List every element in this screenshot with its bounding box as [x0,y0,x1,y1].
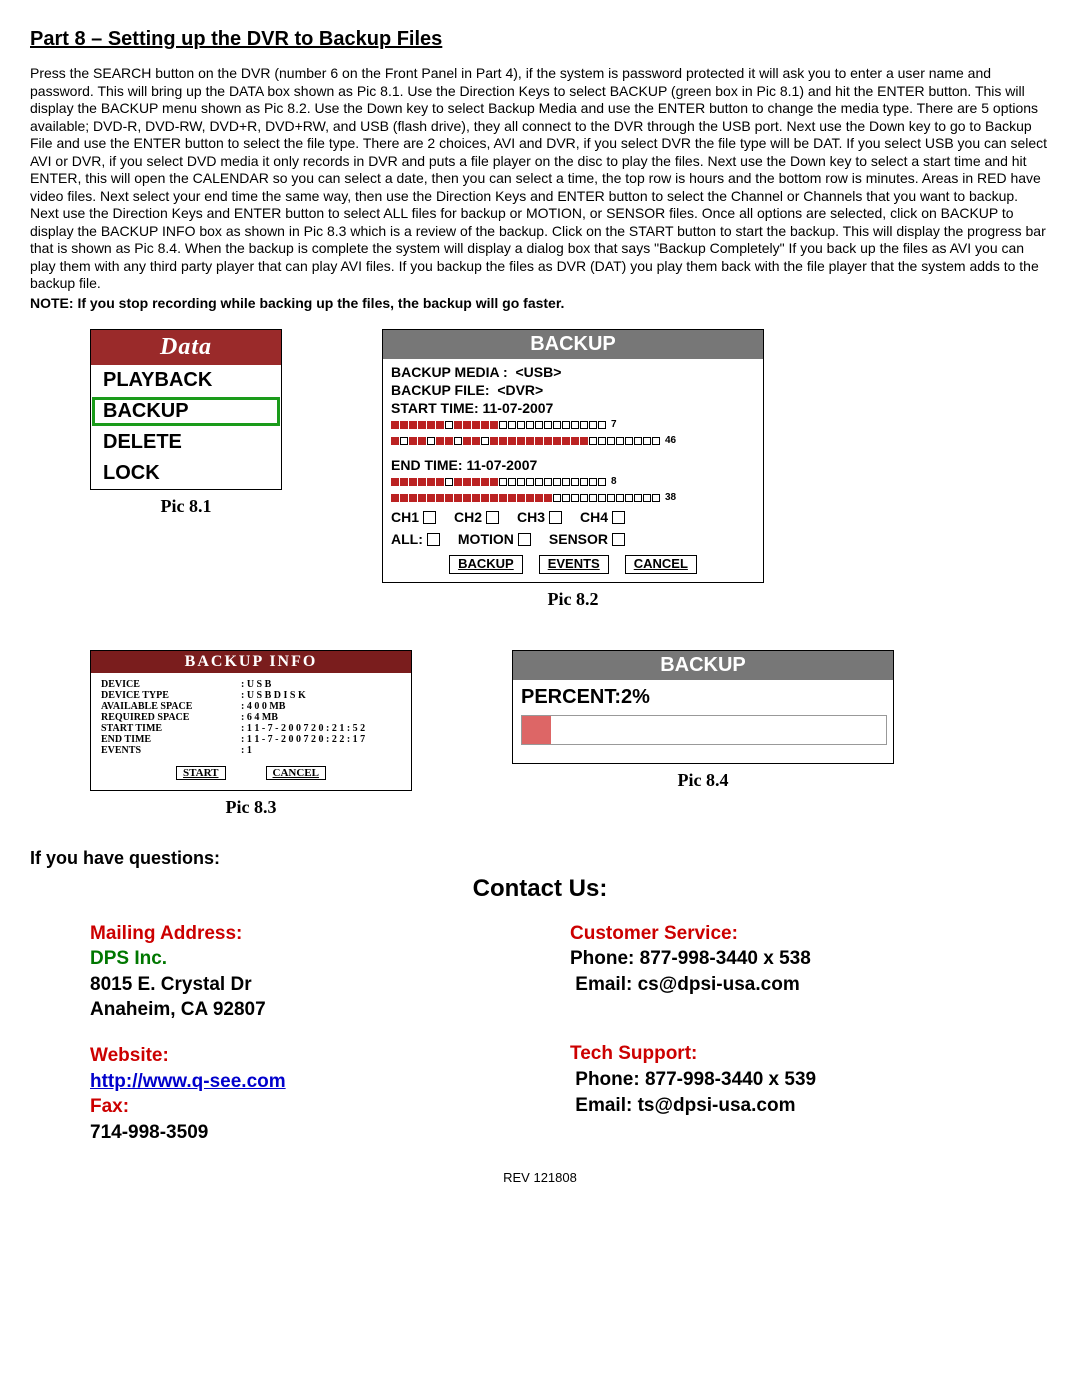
figure-8-4: BACKUP PERCENT:2% Pic 8.4 [512,650,894,818]
caption-8-1: Pic 8.1 [161,496,212,517]
info-start-k: START TIME [101,723,241,734]
city-state-zip: Anaheim, CA 92807 [90,997,510,1023]
info-start-v: : 1 1 - 7 - 2 0 0 7 2 0 : 2 1 : 5 2 [241,723,365,734]
events-button[interactable]: EVENTS [539,555,609,574]
backup-button[interactable]: BACKUP [449,555,523,574]
ts-email: Email: ts@dpsi-usa.com [570,1093,990,1119]
info-device-k: DEVICE [101,679,241,690]
end-hours-row[interactable]: 8 [391,475,755,488]
tech-support-hdr: Tech Support: [570,1041,990,1067]
start-button[interactable]: START [176,766,225,780]
info-devtype-v: : U S B D I S K [241,690,306,701]
backup-progress-box: BACKUP PERCENT:2% [512,650,894,764]
backup-file-value[interactable]: <DVR> [497,382,543,398]
cancel-button[interactable]: CANCEL [625,555,697,574]
figure-8-1: Data PLAYBACK BACKUP DELETE LOCK Pic 8.1 [90,329,282,610]
fax-number: 714-998-3509 [90,1120,510,1146]
data-menu-title: Data [91,330,281,365]
ch4-checkbox[interactable] [612,511,625,524]
info-events-k: EVENTS [101,745,241,756]
backup-progress-title: BACKUP [513,651,893,680]
info-req-v: : 6 4 MB [241,712,278,723]
note-line: NOTE: If you stop recording while backin… [30,295,1050,311]
ch1-checkbox[interactable] [423,511,436,524]
ch2-label: CH2 [454,508,482,526]
info-req-k: REQUIRED SPACE [101,712,241,723]
backup-info-title: BACKUP INFO [91,651,411,673]
backup-menu-box: BACKUP BACKUP MEDIA : <USB> BACKUP FILE:… [382,329,764,583]
contact-right-col: Customer Service: Phone: 877-998-3440 x … [570,921,990,1146]
progress-bar [521,715,887,745]
website-link[interactable]: http://www.q-see.com [90,1069,510,1095]
motion-label: MOTION [458,530,514,548]
contact-left-col: Mailing Address: DPS Inc. 8015 E. Crysta… [90,921,510,1146]
start-hours-row[interactable]: 7 [391,418,755,431]
backup-file-label: BACKUP FILE: [391,382,490,398]
start-time-label: START TIME: 11-07-2007 [391,399,755,417]
caption-8-3: Pic 8.3 [226,797,277,818]
ts-phone: Phone: 877-998-3440 x 539 [570,1067,990,1093]
website-hdr: Website: [90,1043,510,1069]
info-end-v: : 1 1 - 7 - 2 0 0 7 2 0 : 2 2 : 1 7 [241,734,365,745]
progress-fill [522,716,551,744]
percent-label: PERCENT:2% [521,686,885,709]
backup-media-label: BACKUP MEDIA : [391,364,508,380]
cs-phone: Phone: 877-998-3440 x 538 [570,946,990,972]
menu-item-playback[interactable]: PLAYBACK [91,365,281,396]
info-device-v: : U S B [241,679,271,690]
questions-line: If you have questions: [30,848,1050,869]
all-label: ALL: [391,530,423,548]
backup-media-value[interactable]: <USB> [515,364,561,380]
menu-item-delete[interactable]: DELETE [91,427,281,458]
info-avail-k: AVAILABLE SPACE [101,701,241,712]
fax-hdr: Fax: [90,1094,510,1120]
customer-service-hdr: Customer Service: [570,921,990,947]
channel-row: CH1 CH2 CH3 CH4 [391,508,755,526]
mailing-address-hdr: Mailing Address: [90,921,510,947]
ch1-label: CH1 [391,508,419,526]
figure-8-3: BACKUP INFO DEVICE: U S B DEVICE TYPE: U… [90,650,412,818]
motion-checkbox[interactable] [518,533,531,546]
info-devtype-k: DEVICE TYPE [101,690,241,701]
info-end-k: END TIME [101,734,241,745]
figure-8-2: BACKUP BACKUP MEDIA : <USB> BACKUP FILE:… [382,329,764,610]
caption-8-2: Pic 8.2 [548,589,599,610]
ch2-checkbox[interactable] [486,511,499,524]
end-minutes-row[interactable]: 38 [391,491,755,504]
menu-item-lock[interactable]: LOCK [91,458,281,489]
backup-menu-title: BACKUP [383,330,763,359]
cancel-info-button[interactable]: CANCEL [266,766,326,780]
sensor-label: SENSOR [549,530,608,548]
sensor-checkbox[interactable] [612,533,625,546]
end-time-label: END TIME: 11-07-2007 [391,456,755,474]
menu-item-backup[interactable]: BACKUP [91,396,281,427]
street: 8015 E. Crystal Dr [90,972,510,998]
cs-email: Email: cs@dpsi-usa.com [570,972,990,998]
caption-8-4: Pic 8.4 [678,770,729,791]
ch3-label: CH3 [517,508,545,526]
backup-info-box: BACKUP INFO DEVICE: U S B DEVICE TYPE: U… [90,650,412,791]
section-heading: Part 8 – Setting up the DVR to Backup Fi… [30,28,1050,51]
contact-us-heading: Contact Us: [30,875,1050,903]
company-name: DPS Inc. [90,946,510,972]
info-avail-v: : 4 0 0 MB [241,701,285,712]
ch4-label: CH4 [580,508,608,526]
ch3-checkbox[interactable] [549,511,562,524]
contact-block: Mailing Address: DPS Inc. 8015 E. Crysta… [30,921,1050,1146]
info-events-v: : 1 [241,745,252,756]
start-minutes-row[interactable]: 46 [391,434,755,447]
filter-row: ALL: MOTION SENSOR [391,530,755,548]
all-checkbox[interactable] [427,533,440,546]
instruction-paragraph: Press the SEARCH button on the DVR (numb… [30,65,1050,293]
data-menu-box: Data PLAYBACK BACKUP DELETE LOCK [90,329,282,490]
revision-label: REV 121808 [30,1170,1050,1185]
